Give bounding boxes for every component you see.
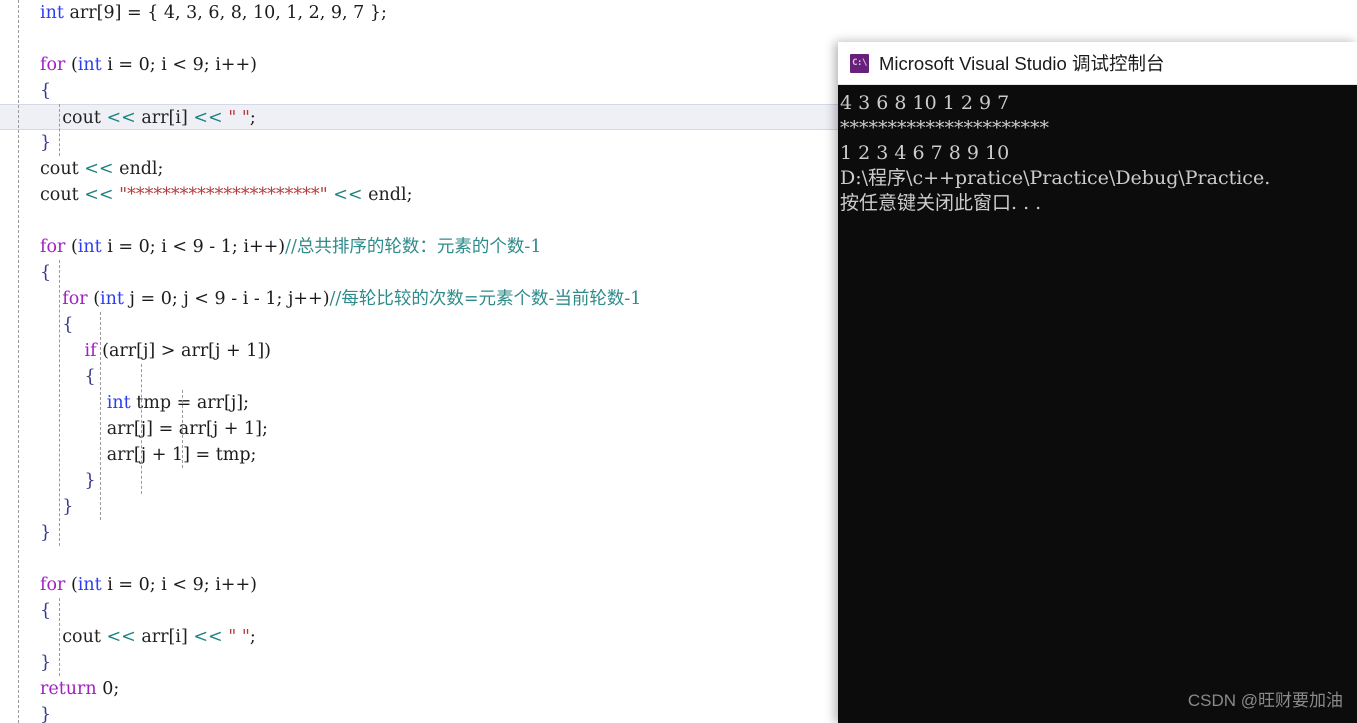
- code-token-kw: for: [40, 55, 66, 75]
- code-token-cmt: //总共排序的轮数：元素的个数-1: [285, 237, 542, 257]
- code-token-op: 0;: [96, 679, 120, 699]
- code-token-id: arr: [40, 419, 134, 439]
- code-token-shift: <<: [193, 627, 223, 647]
- console-output: 4 3 6 8 10 1 2 9 7 *********************…: [838, 85, 1357, 216]
- code-token-kw: for: [40, 575, 66, 595]
- code-token-shift: <<: [193, 108, 223, 128]
- code-line[interactable]: int arr[9] = { 4, 3, 6, 8, 10, 1, 2, 9, …: [0, 0, 1357, 26]
- code-token-brace: }: [40, 523, 52, 543]
- code-token-op: = arr[j];: [171, 393, 250, 413]
- code-token-id: cout: [40, 108, 107, 128]
- debug-console-window[interactable]: C:\ Microsoft Visual Studio 调试控制台 4 3 6 …: [838, 42, 1357, 723]
- console-output-line: 4 3 6 8 10 1 2 9 7: [840, 92, 1016, 114]
- code-token-op: (arr[j] > arr[j + 1]): [96, 341, 272, 361]
- code-token-type: int: [77, 55, 102, 75]
- code-token-strq: " ": [222, 627, 250, 647]
- code-token-id: cout: [40, 159, 85, 179]
- code-token-op: (: [87, 289, 101, 309]
- code-token-op: [40, 393, 107, 413]
- code-token-op: j = 0; j < 9 - i - 1; j++): [123, 289, 330, 309]
- code-token-type: int: [77, 575, 102, 595]
- code-token-shift: <<: [106, 108, 136, 128]
- code-token-id: endl: [113, 159, 158, 179]
- code-token-type: int: [40, 3, 64, 23]
- code-token-kw: for: [40, 237, 66, 257]
- csdn-watermark: CSDN @旺财要加油: [1187, 691, 1343, 710]
- code-token-op: (: [65, 55, 78, 75]
- code-token-brace: }: [40, 653, 52, 673]
- console-output-line: 按任意键关闭此窗口. . .: [840, 192, 1042, 214]
- code-token-shift: <<: [327, 185, 363, 205]
- code-token-cmt: //每轮比较的次数=元素个数-当前轮数-1: [329, 289, 642, 309]
- console-titlebar[interactable]: C:\ Microsoft Visual Studio 调试控制台: [838, 42, 1357, 85]
- code-token-id: cout: [40, 185, 85, 205]
- code-token-brace: }: [40, 133, 52, 153]
- code-token-shift: <<: [84, 185, 114, 205]
- code-token-op: ;: [157, 159, 164, 179]
- code-token-strq: " ": [222, 108, 250, 128]
- code-token-id: arr[i]: [135, 108, 194, 128]
- code-token-kw: return: [40, 679, 97, 699]
- code-token-op: [j + 1] = tmp;: [133, 445, 257, 465]
- code-token-id: endl: [362, 185, 407, 205]
- code-token-brace: }: [40, 497, 74, 517]
- code-token-shift: <<: [84, 159, 114, 179]
- code-token-op: i = 0; i < 9; i++): [101, 575, 257, 595]
- code-token-brace: {: [40, 263, 52, 283]
- code-token-op: (: [65, 237, 78, 257]
- code-token-op: ;: [249, 627, 256, 647]
- code-token-brace: }: [40, 705, 52, 723]
- code-token-brace: {: [40, 601, 52, 621]
- code-token-brace: {: [40, 81, 52, 101]
- console-output-line: **********************: [840, 117, 1049, 139]
- code-token-op: i = 0; i < 9 - 1; i++): [101, 237, 286, 257]
- code-token-brace: {: [40, 367, 96, 387]
- code-token-op: [40, 341, 85, 361]
- console-icon-label: C:\: [852, 57, 867, 68]
- console-window-title: Microsoft Visual Studio 调试控制台: [879, 53, 1165, 74]
- code-token-type: int: [77, 237, 102, 257]
- code-token-id: tmp: [130, 393, 172, 413]
- code-token-brace: }: [40, 471, 96, 491]
- code-token-op: ;: [406, 185, 413, 205]
- code-token-kw: if: [84, 341, 97, 361]
- code-token-id: arr: [40, 445, 134, 465]
- console-output-line: D:\程序\c++pratice\Practice\Debug\Practice…: [840, 167, 1271, 189]
- code-token-shift: <<: [106, 627, 136, 647]
- code-token-id: arr[i]: [135, 627, 194, 647]
- code-token-op: i = 0; i < 9; i++): [101, 55, 257, 75]
- code-token-type: int: [100, 289, 124, 309]
- console-output-line: 1 2 3 4 6 7 8 9 10: [840, 142, 1016, 164]
- code-token-kw: for: [62, 289, 88, 309]
- console-app-icon: C:\: [850, 53, 869, 73]
- code-token-strq: "**********************": [113, 185, 328, 205]
- code-token-op: [40, 289, 62, 309]
- code-token-brace: {: [40, 315, 74, 335]
- code-token-op: (: [65, 575, 78, 595]
- code-token-op: ;: [249, 108, 256, 128]
- code-token-type: int: [106, 393, 131, 413]
- code-token-id: arr: [63, 3, 97, 23]
- code-token-op: [j] = arr[j + 1];: [133, 419, 268, 439]
- code-token-op: [9] = { 4, 3, 6, 8, 10, 1, 2, 9, 7 };: [96, 3, 387, 23]
- code-token-id: cout: [40, 627, 107, 647]
